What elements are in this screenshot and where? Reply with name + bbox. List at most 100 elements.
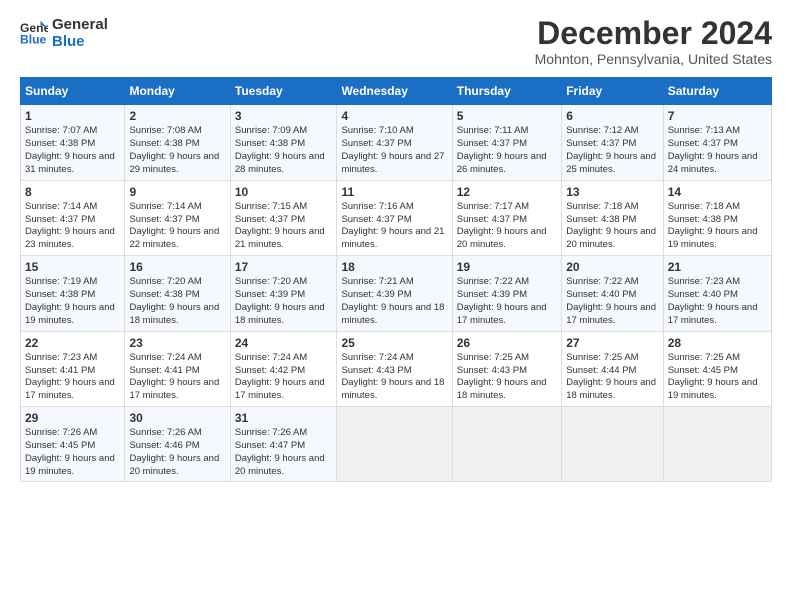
table-cell: 28Sunrise: 7:25 AM Sunset: 4:45 PMDayligh… [663, 331, 771, 406]
sunset: Sunset: 4:37 PM [341, 138, 411, 149]
day-number: 12 [457, 184, 557, 200]
table-cell [337, 406, 452, 481]
table-cell: 23Sunrise: 7:24 AMSunset: 4:41 PMDayligh… [125, 331, 230, 406]
sunset: Sunset: 4:46 PM [129, 440, 199, 451]
daylight: Daylight: 9 hours and 17 minutes. [235, 377, 325, 401]
sunset: Sunset: 4:45 PM [25, 440, 95, 451]
sunset: Sunset: 4:44 PM [566, 365, 636, 376]
day-number: 8 [25, 184, 120, 200]
daylight: Daylight: 9 hours and 26 minutes. [457, 151, 547, 175]
calendar-row: 15Sunrise: 7:19 AMSunset: 4:38 PMDayligh… [21, 256, 772, 331]
day-number: 16 [129, 259, 225, 275]
daylight: Daylight: 9 hours and 23 minutes. [25, 226, 115, 250]
sunset: Sunset: 4:43 PM [341, 365, 411, 376]
table-cell: 16Sunrise: 7:20 AMSunset: 4:38 PMDayligh… [125, 256, 230, 331]
sunset: Sunset: 4:37 PM [457, 214, 527, 225]
svg-text:Blue: Blue [20, 33, 47, 47]
sunrise: Sunrise: 7:07 AM [25, 125, 97, 136]
col-tuesday: Tuesday [230, 78, 337, 105]
table-cell: 31Sunrise: 7:26 AMSunset: 4:47 PMDayligh… [230, 406, 337, 481]
col-friday: Friday [562, 78, 663, 105]
sunrise: Sunrise: 7:22 AM [566, 276, 638, 287]
sunrise: Sunrise: 7:18 AM [566, 201, 638, 212]
daylight: Daylight: 9 hours and 21 minutes. [235, 226, 325, 250]
table-cell: 19Sunrise: 7:22 AMSunset: 4:39 PMDayligh… [452, 256, 561, 331]
sunset: Sunset: 4:38 PM [129, 289, 199, 300]
sunrise: Sunrise: 7:12 AM [566, 125, 638, 136]
daylight: Daylight: 9 hours and 18 minutes. [235, 302, 325, 326]
table-cell: 4Sunrise: 7:10 AMSunset: 4:37 PMDaylight… [337, 105, 452, 180]
daylight: Daylight: 9 hours and 19 minutes. [668, 377, 758, 401]
day-number: 28 [668, 335, 767, 351]
daylight: Daylight: 9 hours and 19 minutes. [25, 302, 115, 326]
sunrise: Sunrise: 7:14 AM [25, 201, 97, 212]
page-header: General Blue General Blue December 2024 … [20, 16, 772, 67]
sunrise: Sunrise: 7:19 AM [25, 276, 97, 287]
table-cell: 12Sunrise: 7:17 AMSunset: 4:37 PMDayligh… [452, 180, 561, 255]
daylight: Daylight: 9 hours and 17 minutes. [457, 302, 547, 326]
table-cell: 26Sunrise: 7:25 AMSunset: 4:43 PMDayligh… [452, 331, 561, 406]
sunrise: Sunrise: 7:21 AM [341, 276, 413, 287]
table-cell: 21Sunrise: 7:23 AMSunset: 4:40 PMDayligh… [663, 256, 771, 331]
location: Mohnton, Pennsylvania, United States [535, 51, 772, 67]
sunset: Sunset: 4:38 PM [129, 138, 199, 149]
sunset: Sunset: 4:41 PM [25, 365, 95, 376]
sunset: Sunset: 4:41 PM [129, 365, 199, 376]
table-cell: 30Sunrise: 7:26 AMSunset: 4:46 PMDayligh… [125, 406, 230, 481]
sunrise: Sunrise: 7:24 AM [235, 352, 307, 363]
sunset: Sunset: 4:37 PM [668, 138, 738, 149]
table-cell: 29Sunrise: 7:26 AMSunset: 4:45 PMDayligh… [21, 406, 125, 481]
day-number: 9 [129, 184, 225, 200]
daylight: Daylight: 9 hours and 25 minutes. [566, 151, 656, 175]
table-cell: 10Sunrise: 7:15 AMSunset: 4:37 PMDayligh… [230, 180, 337, 255]
sunrise: Sunrise: 7:09 AM [235, 125, 307, 136]
day-number: 11 [341, 184, 447, 200]
day-number: 6 [566, 108, 658, 124]
daylight: Daylight: 9 hours and 18 minutes. [566, 377, 656, 401]
table-cell: 5Sunrise: 7:11 AMSunset: 4:37 PMDaylight… [452, 105, 561, 180]
calendar-row: 8Sunrise: 7:14 AM Sunset: 4:37 PM Daylight… [21, 180, 772, 255]
daylight: Daylight: 9 hours and 20 minutes. [235, 453, 325, 477]
sunset: Sunset: 4:45 PM [668, 365, 738, 376]
daylight: Daylight: 9 hours and 19 minutes. [668, 226, 758, 250]
sunrise: Sunrise: 7:26 AM [25, 427, 97, 438]
sunset: Sunset: 4:40 PM [566, 289, 636, 300]
sunset: Sunset: 4:39 PM [235, 289, 305, 300]
sunset: Sunset: 4:37 PM [341, 214, 411, 225]
table-cell: 18Sunrise: 7:21 AMSunset: 4:39 PMDayligh… [337, 256, 452, 331]
month-title: December 2024 [535, 16, 772, 51]
sunset: Sunset: 4:47 PM [235, 440, 305, 451]
table-cell: 7Sunrise: 7:13 AMSunset: 4:37 PMDaylight… [663, 105, 771, 180]
sunset: Sunset: 4:38 PM [25, 138, 95, 149]
table-cell: 9Sunrise: 7:14 AMSunset: 4:37 PMDaylight… [125, 180, 230, 255]
daylight: Daylight: 9 hours and 31 minutes. [25, 151, 115, 175]
sunset: Sunset: 4:40 PM [668, 289, 738, 300]
sunrise: Sunrise: 7:18 AM [668, 201, 740, 212]
title-block: December 2024 Mohnton, Pennsylvania, Uni… [535, 16, 772, 67]
calendar-page: General Blue General Blue December 2024 … [0, 0, 792, 612]
daylight: Daylight: 9 hours and 19 minutes. [25, 453, 115, 477]
logo-icon: General Blue [20, 19, 48, 47]
sunset: Sunset: 4:42 PM [235, 365, 305, 376]
table-cell: 17Sunrise: 7:20 AMSunset: 4:39 PMDayligh… [230, 256, 337, 331]
day-number: 17 [235, 259, 333, 275]
sunrise: Sunrise: 7:11 AM [457, 125, 529, 136]
table-cell: 25Sunrise: 7:24 AMSunset: 4:43 PMDayligh… [337, 331, 452, 406]
col-saturday: Saturday [663, 78, 771, 105]
calendar-row: 1Sunrise: 7:07 AMSunset: 4:38 PMDaylight… [21, 105, 772, 180]
table-cell: 11Sunrise: 7:16 AMSunset: 4:37 PMDayligh… [337, 180, 452, 255]
sunrise: Sunrise: 7:22 AM [457, 276, 529, 287]
sunrise: Sunrise: 7:17 AM [457, 201, 529, 212]
sunset: Sunset: 4:38 PM [668, 214, 738, 225]
sunrise: Sunrise: 7:20 AM [129, 276, 201, 287]
daylight: Daylight: 9 hours and 18 minutes. [457, 377, 547, 401]
sunrise: Sunrise: 7:23 AM [668, 276, 740, 287]
day-number: 3 [235, 108, 333, 124]
sunrise: Sunrise: 7:25 AM [566, 352, 638, 363]
day-number: 2 [129, 108, 225, 124]
day-number: 23 [129, 335, 225, 351]
table-cell: 27Sunrise: 7:25 AMSunset: 4:44 PMDayligh… [562, 331, 663, 406]
sunrise: Sunrise: 7:25 AM [668, 352, 740, 363]
day-number: 25 [341, 335, 447, 351]
sunrise: Sunrise: 7:25 AM [457, 352, 529, 363]
